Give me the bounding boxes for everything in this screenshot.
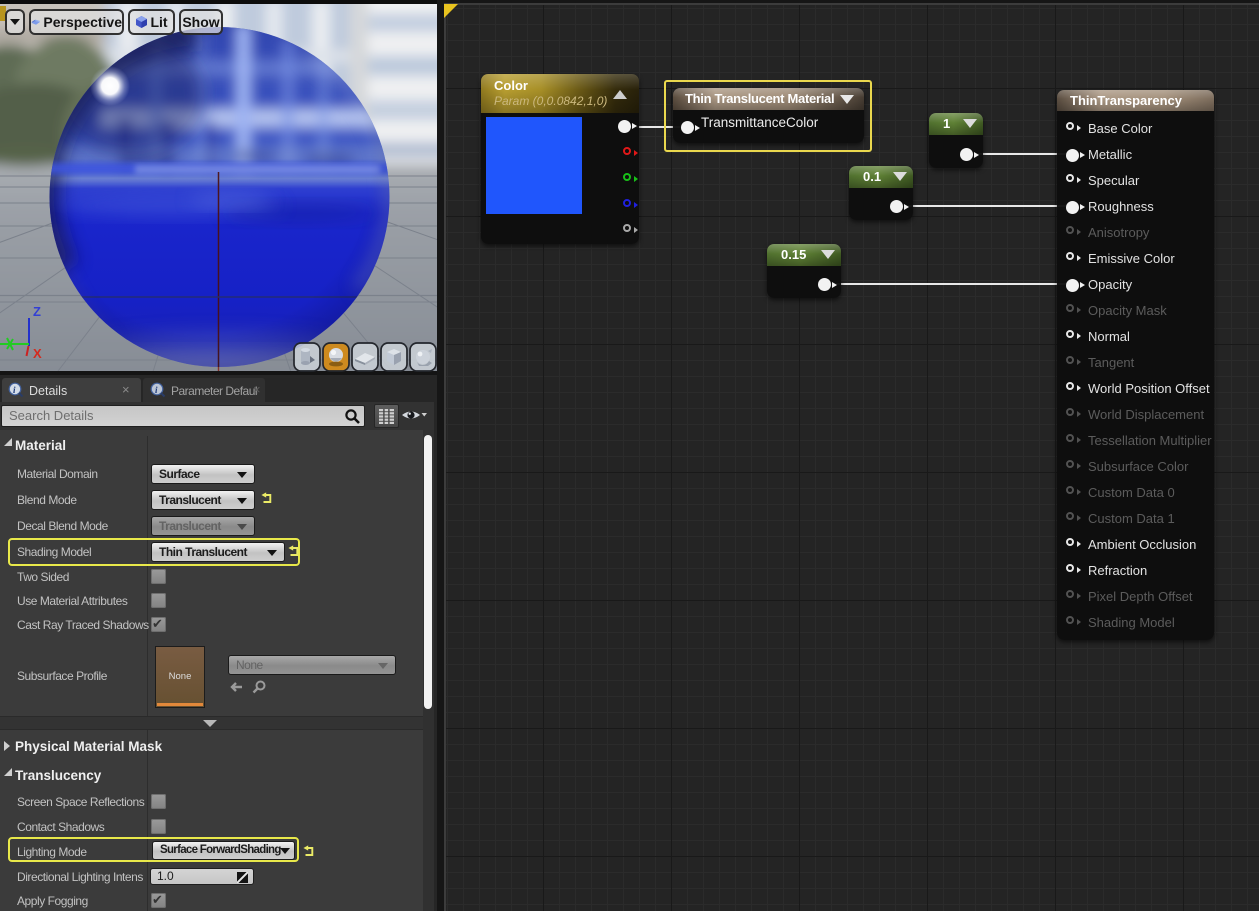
svg-text:X: X (33, 346, 42, 361)
svg-text:Z: Z (33, 304, 41, 319)
